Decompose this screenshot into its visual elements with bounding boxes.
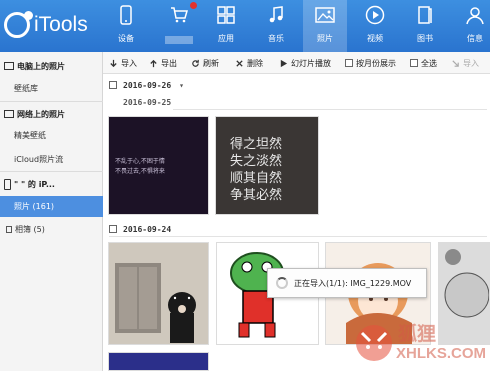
play-triangle-icon [280, 59, 288, 67]
nav-store[interactable] [157, 0, 201, 52]
fox-logo-icon [356, 325, 392, 361]
apps-grid-icon [217, 6, 235, 24]
divider [0, 171, 103, 172]
thumb-text: 顺其自然 [230, 171, 283, 186]
import-to-icon [452, 59, 459, 67]
slideshow-button[interactable]: 幻灯片播放 [279, 57, 331, 69]
nav-label: 照片 [317, 34, 333, 43]
refresh-icon [192, 59, 199, 67]
play-icon [365, 5, 385, 25]
photo-thumbnail[interactable] [108, 352, 209, 371]
select-all-checkbox[interactable]: 全选 [410, 57, 437, 69]
nav-label: 应用 [218, 34, 234, 43]
nav-video[interactable]: 视频 [353, 0, 397, 52]
divider [0, 101, 103, 102]
loading-spinner-icon [276, 277, 288, 289]
refresh-button[interactable]: 刷新 [191, 57, 219, 69]
monitor-icon [4, 110, 14, 118]
sidebar-item-icloud-stream[interactable]: iCloud照片流 [0, 149, 103, 170]
nav-photos[interactable]: 照片 [303, 0, 347, 52]
photo-icon [315, 7, 335, 23]
import-progress-toast: 正在导入(1/1): IMG_1229.MOV [267, 268, 427, 298]
monitor-icon [4, 62, 14, 70]
group-date-label: 2016-09-25 [123, 97, 172, 107]
photo-thumbnail[interactable] [108, 242, 209, 345]
export-button[interactable]: 导出 [149, 57, 177, 69]
photo-content [109, 243, 208, 344]
date-selector-row[interactable]: 2016-09-26 ▾ [103, 78, 184, 92]
photo-thumbnail[interactable]: 得之坦然 失之淡然 顺其自然 争其必然 [215, 116, 319, 215]
nav-music[interactable]: 音乐 [254, 0, 298, 52]
watermark: 狐狸 XHLKS.COM [352, 315, 490, 371]
nav-label: 视频 [367, 34, 383, 43]
phone-icon [120, 5, 132, 25]
nav-device[interactable]: 设备 [104, 0, 148, 52]
thumb-text: 争其必然 [230, 188, 283, 203]
divider [109, 236, 487, 237]
sidebar: 电脑上的照片 壁纸库 网络上的照片 精美壁纸 iCloud照片流 " " 的 i… [0, 52, 103, 371]
iphone-icon [4, 178, 11, 190]
sidebar-item-photos[interactable]: 照片 (161) [0, 196, 103, 217]
app-logo: iTools [4, 10, 88, 40]
divider [173, 109, 487, 110]
notification-badge [190, 2, 197, 9]
group-date-row[interactable]: 2016-09-24 [103, 222, 171, 236]
import-arrow-icon [110, 59, 117, 67]
watermark-brand: 狐狸 [398, 323, 437, 345]
sidebar-item-wallpaper-lib[interactable]: 壁纸库 [0, 78, 103, 99]
export-arrow-icon [150, 59, 157, 67]
checkbox-icon [345, 59, 353, 67]
group-checkbox[interactable] [109, 81, 117, 89]
sidebar-section-web-photos[interactable]: 网络上的照片 [0, 104, 103, 124]
thumb-text: 不畏过去,不惧将来 [115, 168, 165, 175]
checkbox-icon [410, 59, 418, 67]
sidebar-item-albums[interactable]: 相簿 (5) [0, 219, 103, 240]
nav-label: 音乐 [268, 34, 284, 43]
photo-toolbar: 导入 导出 刷新 删除 幻灯片播放 按月份展示 全选 导入 [103, 52, 490, 74]
sidebar-section-pc-photos[interactable]: 电脑上的照片 [0, 56, 103, 76]
nav-books[interactable]: 图书 [403, 0, 447, 52]
watermark-url: XHLKS.COM [396, 345, 486, 362]
group-checkbox[interactable] [109, 225, 117, 233]
nav-apps[interactable]: 应用 [204, 0, 248, 52]
album-icon [6, 226, 12, 233]
nav-info[interactable]: 信息 [453, 0, 490, 52]
music-note-icon [269, 6, 283, 23]
thumb-text: 不乱于心,不困于情 [115, 158, 165, 165]
sidebar-section-device[interactable]: " " 的 iP... [0, 174, 103, 194]
thumb-text: 失之淡然 [230, 154, 283, 169]
progress-text: 正在导入(1/1): IMG_1229.MOV [294, 278, 412, 288]
by-month-checkbox[interactable]: 按月份展示 [345, 57, 396, 69]
photo-thumbnail[interactable]: 不乱于心,不困于情 不畏过去,不惧将来 [108, 116, 209, 215]
chevron-down-icon[interactable]: ▾ [179, 81, 184, 90]
delete-button[interactable]: 删除 [235, 57, 263, 69]
nav-label: 图书 [417, 34, 433, 43]
import-button[interactable]: 导入 [109, 57, 137, 69]
nav-label: 设备 [118, 34, 134, 43]
cart-icon [171, 7, 188, 23]
thumb-text: 得之坦然 [230, 137, 283, 152]
top-nav-bar: iTools 设备 应用 音乐 照片 视频 图书 信息 [0, 0, 490, 52]
user-icon [466, 7, 484, 25]
delete-x-icon [236, 59, 243, 67]
import-to-button[interactable]: 导入 [451, 57, 479, 69]
blurred-label [165, 36, 193, 44]
sidebar-item-wallpapers[interactable]: 精美壁纸 [0, 125, 103, 146]
itools-logo-icon [4, 11, 33, 38]
book-icon [418, 6, 432, 24]
app-name: iTools [34, 13, 88, 36]
nav-label: 信息 [467, 34, 483, 43]
